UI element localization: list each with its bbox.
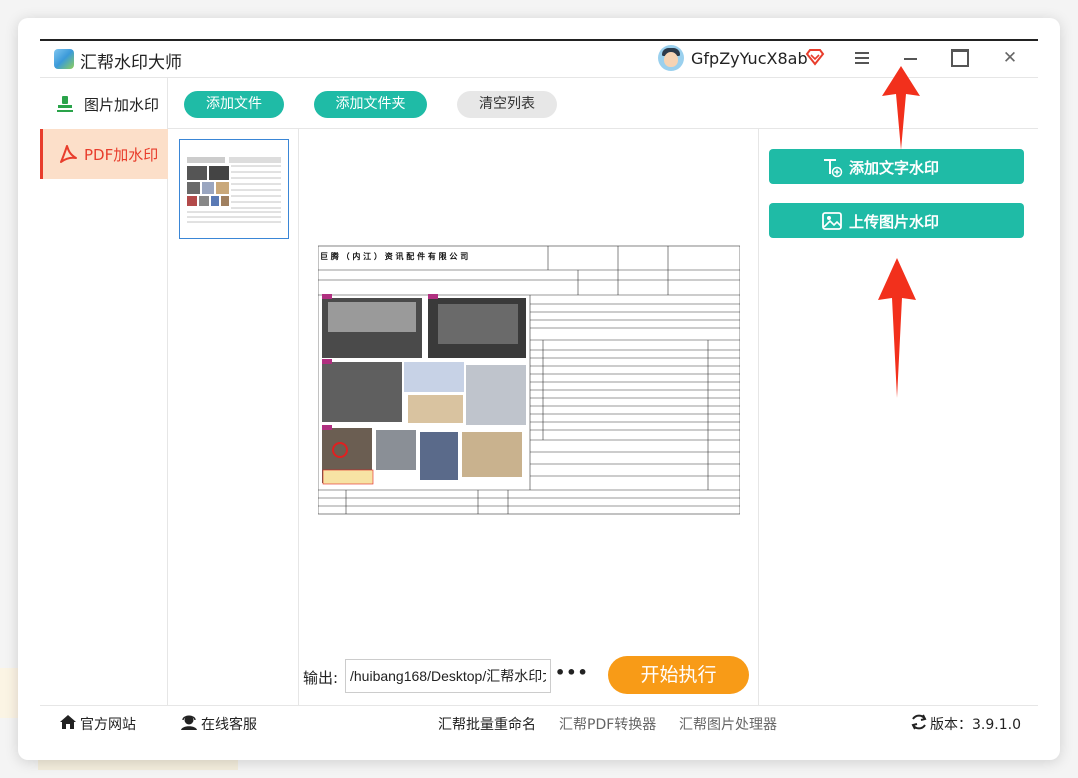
text-add-icon	[824, 159, 843, 178]
document-thumbnail-image	[185, 154, 283, 224]
pdf-page-preview: 巨 腾 （ 内 江 ） 资 讯 配 件 有 限 公 司	[318, 240, 740, 540]
sidebar-item-label: 图片加水印	[84, 96, 160, 114]
watermark-panel: 添加文字水印 上传图片水印	[760, 129, 1038, 705]
company-name: 巨 腾 （ 内 江 ） 资 讯 配 件 有 限 公 司	[320, 251, 468, 261]
pdf-converter-link[interactable]: 汇帮PDF转换器	[559, 714, 656, 734]
app-title: 汇帮水印大师	[80, 53, 182, 73]
image-icon	[822, 212, 842, 230]
official-website-link[interactable]: 官方网站	[80, 714, 136, 734]
user-avatar[interactable]	[658, 45, 684, 71]
start-button[interactable]: 开始执行	[608, 656, 749, 694]
file-thumbnail-list	[168, 129, 299, 705]
upload-image-watermark-button[interactable]: 上传图片水印	[769, 203, 1024, 238]
refresh-icon[interactable]	[910, 713, 928, 731]
add-folder-button[interactable]: 添加文件夹	[314, 91, 427, 118]
sidebar-item-pdf-watermark[interactable]: PDF加水印	[40, 129, 168, 179]
output-label: 输出:	[303, 669, 339, 687]
app-logo-icon	[54, 49, 74, 69]
version-label: 版本：3.9.1.0	[930, 717, 1021, 733]
clear-list-button[interactable]: 清空列表	[457, 91, 557, 118]
sidebar-item-label: PDF加水印	[84, 146, 159, 164]
batch-rename-link[interactable]: 汇帮批量重命名	[438, 714, 536, 734]
maximize-icon[interactable]	[951, 49, 969, 67]
user-name[interactable]: GfpZyYucX8ab	[691, 49, 808, 68]
browse-more-button[interactable]: •••	[555, 663, 588, 687]
upload-image-watermark-label: 上传图片水印	[849, 213, 940, 231]
menu-icon[interactable]	[853, 49, 871, 67]
file-thumbnail[interactable]	[179, 139, 289, 239]
version-number: 3.9.1.0	[972, 717, 1021, 733]
output-path-field[interactable]	[345, 659, 551, 693]
sidebar: 图片加水印 PDF加水印	[40, 78, 168, 705]
vip-diamond-icon[interactable]	[805, 47, 825, 67]
home-icon	[60, 715, 76, 729]
customer-service-icon	[181, 715, 197, 730]
footer: 官方网站 在线客服 汇帮批量重命名 汇帮PDF转换器 汇帮图片处理器 版本：3.…	[40, 705, 1038, 739]
close-icon[interactable]: ✕	[1000, 48, 1020, 68]
image-processor-link[interactable]: 汇帮图片处理器	[679, 714, 777, 734]
add-file-button[interactable]: 添加文件	[184, 91, 284, 118]
online-service-link[interactable]: 在线客服	[201, 714, 257, 734]
add-text-watermark-button[interactable]: 添加文字水印	[769, 149, 1024, 184]
minimize-icon[interactable]	[902, 49, 920, 67]
document-preview: 巨 腾 （ 内 江 ） 资 讯 配 件 有 限 公 司	[299, 129, 759, 705]
pdf-icon	[60, 145, 77, 163]
annotation-arrow-down	[878, 258, 916, 398]
annotation-arrow-up	[882, 66, 920, 150]
add-text-watermark-label: 添加文字水印	[849, 159, 940, 177]
sidebar-item-image-watermark[interactable]: 图片加水印	[40, 79, 168, 129]
image-stamp-icon	[57, 96, 73, 112]
